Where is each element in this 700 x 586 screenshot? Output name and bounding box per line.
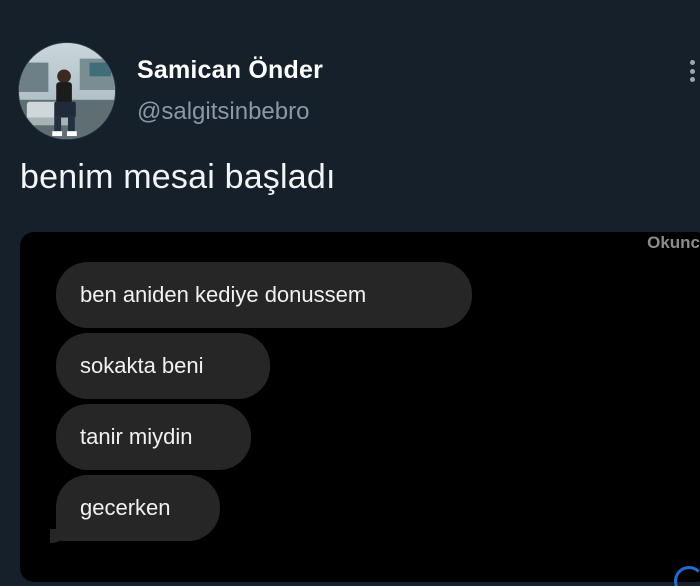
chat-message: ben aniden kediye donussem [56, 262, 472, 328]
tweet-media-image[interactable]: Okunc ben aniden kediye donussem sokakta… [20, 232, 700, 582]
display-name[interactable]: Samican Önder [137, 56, 323, 85]
more-dot [689, 68, 695, 74]
more-dot [689, 60, 695, 65]
chat-message: sokakta beni [56, 333, 270, 399]
profile-photo-icon [19, 43, 115, 139]
avatar[interactable] [18, 42, 116, 140]
loading-arc-icon [674, 566, 700, 586]
more-vertical-icon[interactable] [684, 58, 700, 84]
more-dot [689, 77, 695, 82]
tweet: Samican Önder @salgitsinbebro benim mesa… [0, 0, 700, 586]
read-status-label: Okunc [647, 233, 700, 252]
chat-message: gecerken [56, 475, 220, 541]
chat-message: tanir miydin [56, 404, 251, 470]
user-handle[interactable]: @salgitsinbebro [137, 98, 309, 126]
tweet-text: benim mesai başladı [20, 158, 336, 196]
